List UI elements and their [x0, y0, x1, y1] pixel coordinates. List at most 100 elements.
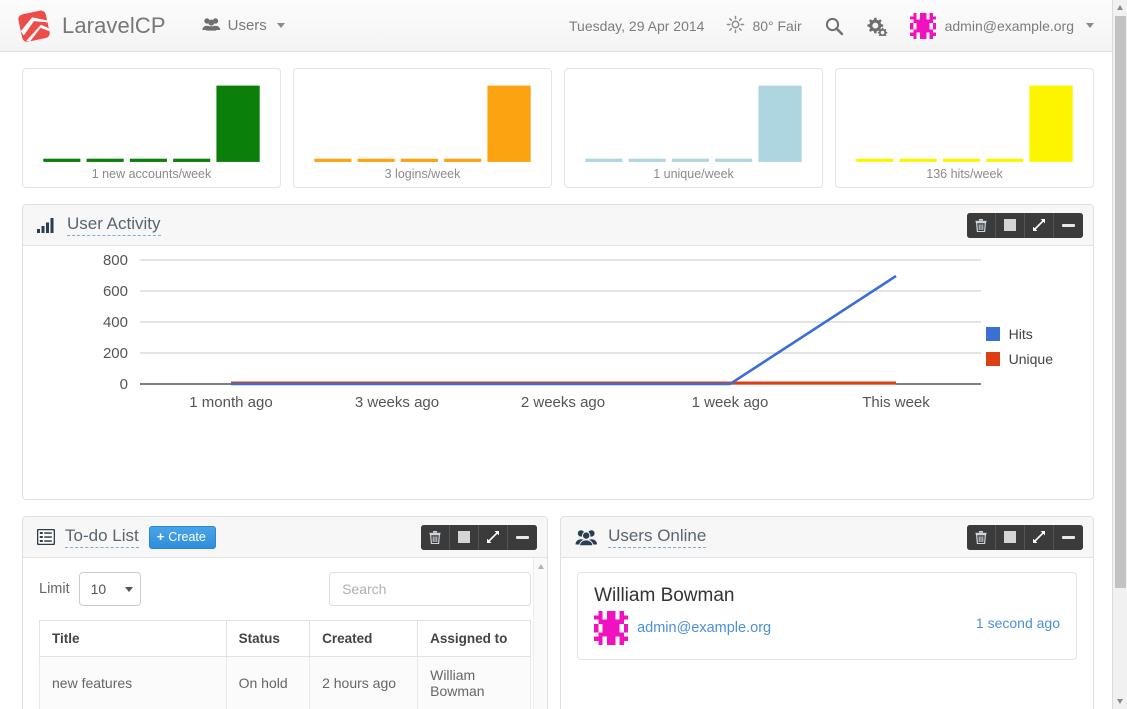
sparkline-unique — [575, 77, 812, 163]
stat-label: 136 hits/week — [926, 167, 1003, 181]
chevron-down-icon — [1086, 23, 1094, 28]
legend-label-unique: Unique — [1008, 351, 1053, 367]
svg-text:600: 600 — [103, 283, 128, 300]
limit-select[interactable]: 10 — [78, 572, 141, 606]
nav-item-users-label: Users — [227, 17, 267, 34]
todo-table: Title Status Created Assigned to new fea… — [39, 620, 532, 709]
svg-text:This week: This week — [862, 394, 930, 411]
bottom-row: To-do List + Create Limit 10 Search Titl… — [22, 516, 1094, 709]
svg-text:2 weeks ago: 2 weeks ago — [521, 394, 605, 411]
panel-tools — [421, 524, 538, 550]
stop-square-icon[interactable] — [450, 524, 480, 550]
legend-swatch-unique — [985, 352, 1000, 366]
table-row[interactable]: new features On hold 2 hours ago William… — [39, 656, 532, 709]
legend-item-hits[interactable]: Hits — [985, 326, 1053, 342]
minimize-icon[interactable] — [508, 524, 538, 550]
create-button[interactable]: + Create — [148, 525, 216, 549]
svg-text:1 week ago: 1 week ago — [692, 394, 769, 411]
cell-assigned: William Bowman — [417, 656, 532, 709]
todo-panel: To-do List + Create Limit 10 Search Titl… — [22, 516, 549, 709]
panel-header: User Activity — [23, 205, 1093, 246]
stat-label: 3 logins/week — [384, 167, 461, 181]
sun-icon — [726, 15, 745, 37]
todo-body: Limit 10 Title Status Created Assigned t… — [23, 558, 547, 709]
gear-icon[interactable] — [866, 16, 888, 36]
limit-label: Limit — [39, 581, 70, 597]
user-activity-chart: 800 600 400 200 0 1 month ago 3 weeks ag… — [23, 246, 1093, 499]
svg-text:0: 0 — [120, 376, 128, 393]
panel-title: Users Online — [608, 526, 707, 548]
svg-text:1 month ago: 1 month ago — [189, 394, 272, 411]
chart-legend: Hits Unique — [985, 326, 1053, 376]
avatar — [909, 12, 936, 39]
online-user-card[interactable]: William Bowman admin@example.org 1 secon… — [577, 572, 1077, 660]
stat-box-unique[interactable]: 1 unique/week — [564, 68, 823, 188]
todo-controls: Limit 10 — [39, 572, 532, 606]
expand-icon[interactable] — [479, 524, 509, 550]
expand-icon[interactable] — [1025, 212, 1054, 238]
nav-item-users[interactable]: Users — [194, 11, 293, 41]
browser-scrollbar[interactable] — [1112, 0, 1127, 709]
sparkline-hits — [846, 77, 1083, 163]
top-navbar: LaravelCP Users Tuesday, 29 Apr 2014 80°… — [0, 0, 1112, 52]
panel-tools — [967, 212, 1083, 238]
trash-icon[interactable] — [967, 524, 996, 550]
stat-box-hits[interactable]: 136 hits/week — [835, 68, 1094, 188]
plus-icon: + — [156, 529, 165, 544]
weather-text: 80° Fair — [752, 17, 802, 34]
user-email-label: admin@example.org — [944, 17, 1074, 34]
svg-text:200: 200 — [103, 345, 128, 362]
avatar — [594, 611, 629, 645]
users-online-body: William Bowman admin@example.org 1 secon… — [561, 558, 1093, 709]
users-online-panel: Users Online William Bowman admin@exampl… — [560, 516, 1094, 709]
minimize-icon[interactable] — [1054, 212, 1083, 238]
legend-swatch-hits — [985, 327, 1000, 341]
list-icon — [37, 529, 55, 545]
trash-icon[interactable] — [421, 524, 451, 550]
laravel-logo-icon — [18, 9, 52, 43]
stat-box-new-accounts[interactable]: 1 new accounts/week — [22, 68, 281, 188]
page-root: LaravelCP Users Tuesday, 29 Apr 2014 80°… — [0, 0, 1112, 709]
online-user-email[interactable]: admin@example.org — [637, 620, 771, 636]
search-icon[interactable] — [824, 16, 844, 36]
users-group-icon — [575, 529, 598, 546]
svg-text:3 weeks ago: 3 weeks ago — [355, 394, 439, 411]
search-input[interactable] — [329, 572, 532, 606]
user-menu[interactable]: admin@example.org — [909, 12, 1094, 39]
column-assigned-to: Assigned to — [417, 620, 532, 657]
online-user-time: 1 second ago — [975, 615, 1060, 631]
current-date: Tuesday, 29 Apr 2014 — [569, 17, 705, 34]
scrollbar-thumb[interactable] — [1115, 16, 1126, 588]
stat-label: 1 new accounts/week — [91, 167, 212, 181]
cell-title: new features — [39, 656, 227, 709]
user-activity-panel: User Activity 800 600 400 200 0 1 month … — [22, 204, 1094, 500]
stats-row: 1 new accounts/week 3 logins/week 1 uniq… — [0, 52, 1112, 188]
legend-item-unique[interactable]: Unique — [985, 351, 1053, 367]
expand-icon[interactable] — [1025, 524, 1054, 550]
stop-square-icon[interactable] — [996, 524, 1025, 550]
scroll-up-arrow-icon[interactable] — [537, 564, 544, 569]
column-status: Status — [225, 620, 311, 657]
cell-created: 2 hours ago — [309, 656, 419, 709]
panel-header: Users Online — [561, 517, 1093, 558]
online-user-name: William Bowman — [594, 585, 735, 606]
panel-tools — [967, 524, 1083, 550]
todo-scrollbar[interactable] — [533, 558, 548, 709]
stop-square-icon[interactable] — [996, 212, 1025, 238]
navbar-right: Tuesday, 29 Apr 2014 80° Fair admin@exam… — [569, 12, 1100, 39]
scroll-up-arrow-icon[interactable] — [1113, 0, 1127, 15]
svg-text:800: 800 — [103, 252, 128, 269]
trash-icon[interactable] — [967, 212, 996, 238]
sparkline-logins — [304, 77, 541, 163]
stat-box-logins[interactable]: 3 logins/week — [293, 68, 552, 188]
minimize-icon[interactable] — [1054, 524, 1083, 550]
table-header-row: Title Status Created Assigned to — [39, 620, 532, 657]
brand[interactable]: LaravelCP — [18, 9, 166, 43]
column-title: Title — [39, 620, 227, 657]
chevron-down-icon — [276, 23, 285, 28]
sparkline-new-accounts — [33, 77, 270, 163]
column-created: Created — [309, 620, 419, 657]
scroll-down-arrow-icon[interactable] — [1113, 694, 1127, 709]
users-icon — [202, 17, 221, 35]
legend-label-hits: Hits — [1008, 326, 1033, 342]
